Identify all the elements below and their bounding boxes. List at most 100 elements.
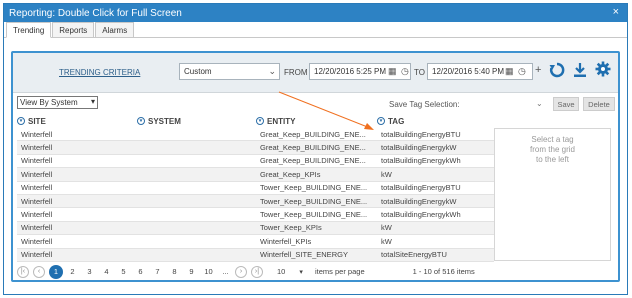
table-row[interactable]: Winterfell Tower_Keep_BUILDING_ENE... tota… — [17, 182, 494, 195]
refresh-icon[interactable] — [549, 62, 565, 78]
cell-entity: Great_Keep_BUILDING_ENE... — [260, 156, 366, 166]
page-number[interactable]: 7 — [150, 267, 165, 276]
cell-entity: Great_Keep_BUILDING_ENE... — [260, 129, 366, 139]
last-page-button[interactable]: ›| — [251, 265, 263, 278]
cell-tag: totalBuildingEnergykWh — [381, 210, 461, 220]
table-row[interactable]: Winterfell Great_Keep_BUILDING_ENE... tota… — [17, 141, 494, 155]
calendar-icon[interactable]: ▦ — [505, 66, 514, 77]
page-size-value: 10 — [277, 267, 286, 276]
cell-site: Winterfell — [21, 250, 53, 260]
page-number[interactable]: 1 — [49, 264, 63, 279]
save-tag-label: Save Tag Selection: — [389, 100, 460, 109]
save-tag-select[interactable]: ⌄ — [528, 98, 550, 112]
trending-panel: TRENDING CRITERIA Custom ⌄ FROM 12/20/20… — [11, 51, 620, 282]
table-row[interactable]: Winterfell Tower_Keep_KPIs kW — [17, 221, 494, 236]
delete-button[interactable]: Delete — [583, 97, 615, 111]
cell-tag: totalBuildingEnergyBTU — [381, 183, 461, 193]
chevron-down-icon: ▾ — [90, 97, 95, 106]
cell-site: Winterfell — [21, 236, 53, 246]
range-select[interactable]: Custom ⌄ — [179, 63, 280, 80]
page-number[interactable]: 5 — [116, 267, 131, 276]
clock-icon[interactable]: ◷ — [518, 66, 526, 77]
page-number[interactable]: 4 — [99, 267, 114, 276]
page-number[interactable]: 6 — [133, 267, 148, 276]
table-row[interactable]: Winterfell Winterfell_KPIs kW — [17, 235, 494, 249]
cell-site: Winterfell — [21, 223, 53, 233]
tag-detail-pane: Select a tag from the grid to the left — [494, 128, 611, 261]
to-label: TO — [414, 68, 425, 77]
cell-entity: Winterfell_SITE_ENERGY — [260, 250, 348, 260]
column-label: SITE — [28, 116, 46, 126]
calendar-icon[interactable]: ▦ — [388, 66, 397, 77]
tag-pane-hint: Select a tag — [531, 135, 574, 144]
column-header-site[interactable]: ▾ SITE — [17, 115, 137, 127]
add-icon[interactable]: + — [535, 64, 541, 76]
view-by-value: View By System — [20, 98, 78, 107]
tab-reports[interactable]: Reports — [52, 22, 95, 37]
page-number[interactable]: 3 — [82, 267, 97, 276]
column-header-system[interactable]: ▾ SYSTEM — [137, 115, 256, 127]
filter-icon[interactable]: ▾ — [377, 117, 385, 125]
filter-icon[interactable]: ▾ — [256, 117, 264, 125]
cell-tag: totalBuildingEnergykWh — [381, 156, 461, 166]
page-number[interactable]: 2 — [65, 267, 80, 276]
column-label: SYSTEM — [148, 116, 181, 126]
table-row[interactable]: Winterfell Tower_Keep_BUILDING_ENE... tota… — [17, 208, 494, 222]
pager: |‹ ‹ 1 2 3 4 5 6 7 8 9 10 ... › ›| 10 ▾ … — [17, 263, 494, 280]
cell-site: Winterfell — [21, 169, 53, 179]
cell-tag: totalBuildingEnergykW — [381, 143, 457, 153]
trending-criteria-link[interactable]: TRENDING CRITERIA — [59, 68, 140, 77]
cell-tag: totalSiteEnergyBTU — [381, 250, 447, 260]
cell-tag: kW — [381, 169, 392, 179]
close-icon[interactable]: × — [613, 6, 619, 18]
cell-site: Winterfell — [21, 196, 53, 206]
table-row[interactable]: Winterfell Great_Keep_KPIs kW — [17, 168, 494, 182]
table-row[interactable]: Winterfell Winterfell_SITE_ENERGY totalSit… — [17, 248, 494, 262]
range-select-value: Custom — [184, 67, 212, 76]
column-label: ENTITY — [267, 116, 296, 126]
to-datetime-value: 12/20/2016 5:40 PM — [432, 67, 505, 76]
clock-icon[interactable]: ◷ — [401, 66, 409, 77]
cell-entity: Great_Keep_BUILDING_ENE... — [260, 143, 366, 153]
column-header-tag[interactable]: ▾ TAG — [377, 115, 494, 127]
page-size-select[interactable]: 10 ▾ — [277, 267, 311, 276]
table-row[interactable]: Winterfell Great_Keep_BUILDING_ENE... tota… — [17, 128, 494, 142]
cell-entity: Tower_Keep_KPIs — [260, 223, 322, 233]
tab-alarms[interactable]: Alarms — [95, 22, 135, 37]
filter-icon[interactable]: ▾ — [137, 117, 145, 125]
download-icon[interactable] — [573, 62, 587, 78]
cell-tag: kW — [381, 223, 392, 233]
cell-site: Winterfell — [21, 143, 53, 153]
grid-header: ▾ SITE ▾ SYSTEM ▾ ENTITY ▾ TAG — [17, 115, 494, 127]
cell-entity: Tower_Keep_BUILDING_ENE... — [260, 210, 368, 220]
tag-grid: Winterfell Great_Keep_BUILDING_ENE... tota… — [17, 128, 494, 262]
tab-trending[interactable]: Trending — [6, 22, 52, 38]
table-row[interactable]: Winterfell Tower_Keep_BUILDING_ENE... tota… — [17, 194, 494, 209]
page-number[interactable]: 9 — [184, 267, 199, 276]
next-page-button[interactable]: › — [235, 265, 247, 278]
cell-site: Winterfell — [21, 183, 53, 193]
cell-site: Winterfell — [21, 129, 53, 139]
chevron-down-icon: ⌄ — [536, 99, 543, 108]
page-ellipsis[interactable]: ... — [218, 267, 233, 276]
gear-icon[interactable] — [595, 61, 611, 77]
cell-entity: Great_Keep_KPIs — [260, 169, 321, 179]
cell-tag: totalBuildingEnergykW — [381, 196, 457, 206]
first-page-button[interactable]: |‹ — [17, 265, 29, 278]
criteria-bar: TRENDING CRITERIA Custom ⌄ FROM 12/20/20… — [13, 53, 618, 93]
page-number[interactable]: 8 — [167, 267, 182, 276]
view-by-select[interactable]: View By System ▾ — [17, 96, 98, 109]
cell-tag: totalBuildingEnergyBTU — [381, 129, 461, 139]
prev-page-button[interactable]: ‹ — [33, 265, 45, 278]
save-button[interactable]: Save — [553, 97, 579, 111]
page-number[interactable]: 10 — [201, 267, 216, 276]
from-datetime-value: 12/20/2016 5:25 PM — [314, 67, 387, 76]
reporting-window: Reporting: Double Click for Full Screen … — [3, 3, 628, 295]
page-size-label: items per page — [315, 267, 365, 276]
tab-bar: Trending Reports Alarms — [4, 22, 627, 38]
title-bar[interactable]: Reporting: Double Click for Full Screen … — [4, 4, 627, 22]
column-header-entity[interactable]: ▾ ENTITY — [256, 115, 377, 127]
column-label: TAG — [388, 116, 405, 126]
table-row[interactable]: Winterfell Great_Keep_BUILDING_ENE... tota… — [17, 155, 494, 169]
filter-icon[interactable]: ▾ — [17, 117, 25, 125]
